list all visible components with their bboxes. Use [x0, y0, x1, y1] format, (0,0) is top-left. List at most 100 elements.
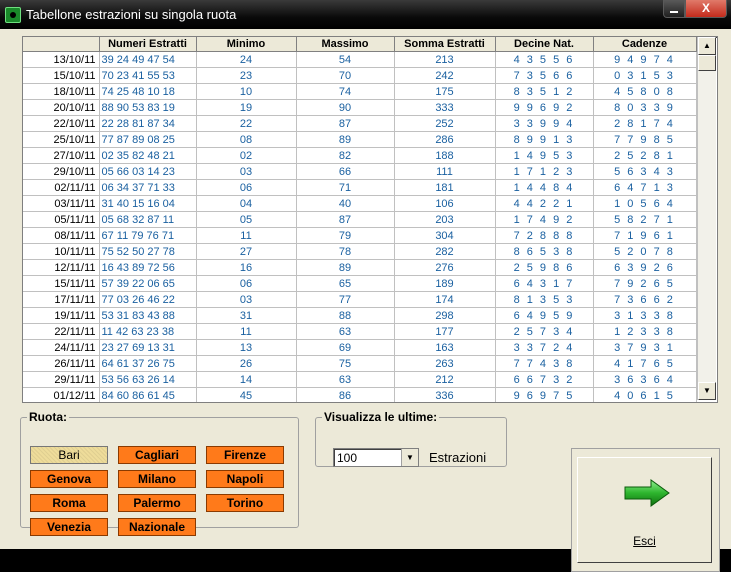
- table-cell: 7 7 4 3 8: [495, 355, 594, 372]
- table-cell: 2 5 2 8 1: [593, 147, 697, 164]
- ruota-group: Ruota: Bari Cagliari Firenze Genova Milano Na…: [20, 410, 299, 536]
- table-cell: 6 3 9 2 6: [593, 259, 697, 276]
- estrazioni-label: Estrazioni: [429, 450, 487, 465]
- table-row[interactable]: 26/11/11 64 61 37 26 75 26 75 263 7 7 4 3 84 …: [23, 355, 697, 372]
- table-cell: 31: [196, 307, 297, 324]
- table-row[interactable]: 10/11/11 75 52 50 27 78 27 78 282 8 6 5 3 85 …: [23, 243, 697, 260]
- scroll-up-button[interactable]: ▲: [698, 37, 716, 55]
- ruota-button-napoli[interactable]: Napoli: [206, 470, 284, 488]
- table-cell: 23 27 69 13 31: [99, 339, 197, 356]
- table-cell: 0 3 1 5 3: [593, 67, 697, 84]
- scroll-thumb[interactable]: [698, 55, 716, 71]
- table-cell: 5 6 3 4 3: [593, 163, 697, 180]
- table-row[interactable]: 08/11/11 67 11 79 76 71 11 79 304 7 2 8 8 87 …: [23, 227, 697, 244]
- table-cell: 177: [394, 323, 496, 340]
- table-cell: 02 35 82 48 21: [99, 147, 197, 164]
- table-row[interactable]: 25/10/11 77 87 89 08 25 08 89 286 8 9 9 1 37 …: [23, 131, 697, 148]
- column-header[interactable]: Decine Nat.: [495, 37, 594, 52]
- table-row[interactable]: 29/11/11 53 56 63 26 14 14 63 212 6 6 7 3 23 …: [23, 371, 697, 388]
- date-cell: 27/10/11: [23, 147, 100, 164]
- date-cell: 29/11/11: [23, 371, 100, 388]
- close-button[interactable]: X: [685, 0, 727, 18]
- column-header[interactable]: Numeri Estratti: [99, 37, 197, 52]
- table-cell: 11 42 63 23 38: [99, 323, 197, 340]
- minimize-button[interactable]: [663, 0, 685, 18]
- table-row[interactable]: 20/10/11 88 90 53 83 19 19 90 333 9 9 6 9 28 …: [23, 99, 697, 116]
- table-cell: 54: [296, 51, 395, 68]
- table-cell: 5 2 0 7 8: [593, 243, 697, 260]
- table-cell: 45: [196, 387, 297, 402]
- table-row[interactable]: 03/11/11 31 40 15 16 04 04 40 106 4 4 2 2 11 …: [23, 195, 697, 212]
- table-cell: 203: [394, 211, 496, 228]
- table-row[interactable]: 15/11/11 57 39 22 06 65 06 65 189 6 4 3 1 77 …: [23, 275, 697, 292]
- header-date[interactable]: [23, 37, 100, 52]
- ruota-button-cagliari[interactable]: Cagliari: [118, 446, 196, 464]
- table-row[interactable]: 19/11/11 53 31 83 43 88 31 88 298 6 4 9 5 93 …: [23, 307, 697, 324]
- extractions-grid[interactable]: Numeri Estratti Minimo Massimo Somma Estrat…: [22, 36, 718, 403]
- table-row[interactable]: 13/10/11 39 24 49 47 54 24 54 213 4 3 5 5 69 …: [23, 51, 697, 68]
- table-row[interactable]: 24/11/11 23 27 69 13 31 13 69 163 3 3 7 2 43 …: [23, 339, 697, 356]
- exit-button[interactable]: Esci: [577, 457, 712, 563]
- table-cell: 87: [296, 115, 395, 132]
- table-row[interactable]: 18/10/11 74 25 48 10 18 10 74 175 8 3 5 1 24 …: [23, 83, 697, 100]
- table-cell: 2 8 1 7 4: [593, 115, 697, 132]
- table-cell: 03: [196, 291, 297, 308]
- date-cell: 02/11/11: [23, 179, 100, 196]
- table-row[interactable]: 22/10/11 22 28 81 87 34 22 87 252 3 3 9 9 42 …: [23, 115, 697, 132]
- table-cell: 304: [394, 227, 496, 244]
- table-cell: 16: [196, 259, 297, 276]
- minimize-icon: [670, 11, 678, 13]
- table-row[interactable]: 17/11/11 77 03 26 46 22 03 77 174 8 1 3 5 37 …: [23, 291, 697, 308]
- window-title: Tabellone estrazioni su singola ruota: [26, 7, 237, 22]
- column-header[interactable]: Cadenze: [593, 37, 697, 52]
- ruota-button-venezia[interactable]: Venezia: [30, 518, 108, 536]
- table-cell: 05 66 03 14 23: [99, 163, 197, 180]
- count-combobox[interactable]: 100 ▼: [333, 448, 419, 467]
- table-row[interactable]: 15/10/11 70 23 41 55 53 23 70 242 7 3 5 6 60 …: [23, 67, 697, 84]
- ruota-button-genova[interactable]: Genova: [30, 470, 108, 488]
- table-cell: 74: [296, 83, 395, 100]
- ruota-button-roma[interactable]: Roma: [30, 494, 108, 512]
- table-row[interactable]: 27/10/11 02 35 82 48 21 02 82 188 1 4 9 5 32 …: [23, 147, 697, 164]
- ruota-button-firenze[interactable]: Firenze: [206, 446, 284, 464]
- table-cell: 4 5 8 0 8: [593, 83, 697, 100]
- column-header[interactable]: Massimo: [296, 37, 395, 52]
- table-row[interactable]: 22/11/11 11 42 63 23 38 11 63 177 2 5 7 3 41 …: [23, 323, 697, 340]
- table-cell: 1 4 4 8 4: [495, 179, 594, 196]
- title-bar[interactable]: Tabellone estrazioni su singola ruota X: [0, 0, 731, 29]
- ruota-button-torino[interactable]: Torino: [206, 494, 284, 512]
- table-cell: 04: [196, 195, 297, 212]
- vertical-scrollbar[interactable]: ▲ ▼: [697, 37, 716, 400]
- table-row[interactable]: 01/12/11 84 60 86 61 45 45 86 336 9 6 9 7 54 …: [23, 387, 697, 402]
- ruota-legend: Ruota:: [29, 410, 67, 424]
- column-header[interactable]: Minimo: [196, 37, 297, 52]
- header-row: Numeri Estratti Minimo Massimo Somma Estrat…: [23, 37, 697, 52]
- table-row[interactable]: 02/11/11 06 34 37 71 33 06 71 181 1 4 4 8 46 …: [23, 179, 697, 196]
- table-row[interactable]: 12/11/11 16 43 89 72 56 16 89 276 2 5 9 8 66 …: [23, 259, 697, 276]
- table-cell: 8 0 3 3 9: [593, 99, 697, 116]
- ruota-button-bari[interactable]: Bari: [30, 446, 108, 464]
- column-header[interactable]: Somma Estratti: [394, 37, 496, 52]
- table-cell: 8 6 5 3 8: [495, 243, 594, 260]
- table-cell: 2 5 7 3 4: [495, 323, 594, 340]
- date-cell: 25/10/11: [23, 131, 100, 148]
- date-cell: 19/11/11: [23, 307, 100, 324]
- table-cell: 163: [394, 339, 496, 356]
- table-cell: 1 7 1 2 3: [495, 163, 594, 180]
- combo-dropdown-button[interactable]: ▼: [401, 449, 418, 466]
- table-cell: 8 3 5 1 2: [495, 83, 594, 100]
- ruota-button-nazionale[interactable]: Nazionale: [118, 518, 196, 536]
- ruota-button-milano[interactable]: Milano: [118, 470, 196, 488]
- window: Tabellone estrazioni su singola ruota X …: [0, 0, 731, 572]
- table-cell: 1 0 5 6 4: [593, 195, 697, 212]
- table-cell: 286: [394, 131, 496, 148]
- visualizza-group: Visualizza le ultime: 100 ▼ Estrazioni: [315, 410, 507, 467]
- scroll-down-button[interactable]: ▼: [698, 382, 716, 400]
- date-cell: 10/11/11: [23, 243, 100, 260]
- table-cell: 106: [394, 195, 496, 212]
- table-cell: 13: [196, 339, 297, 356]
- table-row[interactable]: 29/10/11 05 66 03 14 23 03 66 111 1 7 1 2 35 …: [23, 163, 697, 180]
- table-row[interactable]: 05/11/11 05 68 32 87 11 05 87 203 1 7 4 9 25 …: [23, 211, 697, 228]
- ruota-button-palermo[interactable]: Palermo: [118, 494, 196, 512]
- table-cell: 71: [296, 179, 395, 196]
